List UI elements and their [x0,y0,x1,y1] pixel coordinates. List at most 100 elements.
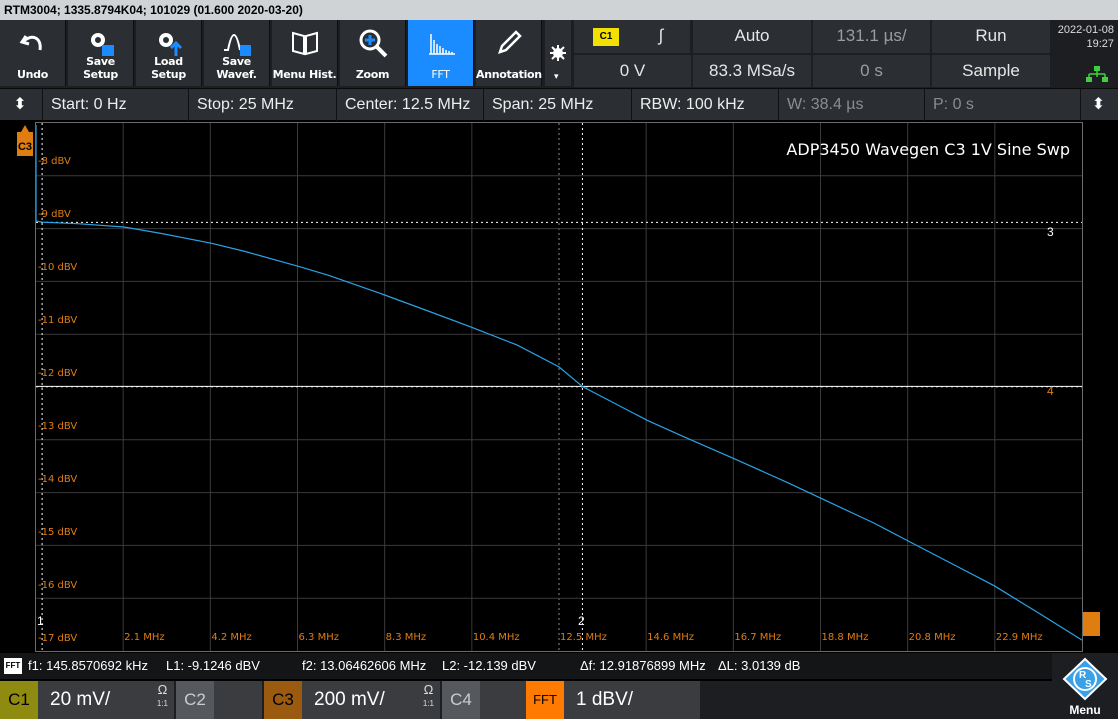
cursor-3-label[interactable]: 3 [1047,225,1054,239]
y-axis-label: -13 dBV [38,421,78,432]
pencil-icon [497,30,522,54]
sample-rate[interactable]: 83.3 MSa/s [693,55,811,87]
fft-end-marker[interactable] [1083,612,1100,636]
zoom-icon [359,29,387,58]
channel-c1-ratio: 1:1 [156,699,168,708]
y-axis-label: -17 dBV [38,633,78,644]
param-updown-left-icon[interactable]: ⬍ [2,89,38,121]
trigger-mode[interactable]: Auto [693,20,811,53]
channel-c2[interactable]: C2 [176,681,262,719]
cursor-4-label[interactable]: 4 [1047,384,1054,398]
x-axis-label: 20.8 MHz [908,632,956,643]
network-icon [1086,66,1108,82]
fft-stop[interactable]: Stop: 25 MHz [188,89,336,121]
fft-button[interactable]: FFT [408,20,474,86]
measure-delta-l: ΔL: 3.0139 dB [718,658,801,673]
load-setup-button[interactable]: Load Setup [136,20,202,86]
channel-c3-scale: 200 mV/ [314,689,385,710]
param-updown-right-icon[interactable]: ⬍ [1080,89,1116,121]
save-setup-icon [90,33,114,56]
measure-l1: L1: -9.1246 dBV [166,658,260,673]
fft-position[interactable]: P: 0 s [924,89,1076,121]
fft-start[interactable]: Start: 0 Hz [42,89,188,121]
channel-c1-tag: C1 [0,681,38,719]
channel-c3[interactable]: C3 200 mV/ Ω 1:1 [264,681,440,719]
menu-history-label: Menu Hist. [272,68,337,81]
chevron-down-icon: ▾ [554,71,559,81]
load-setup-icon [158,33,182,56]
channel-c4[interactable]: C4 [442,681,526,719]
fft-span[interactable]: Span: 25 MHz [483,89,631,121]
fft-center[interactable]: Center: 12.5 MHz [336,89,483,121]
x-axis-label: 2.1 MHz [124,632,165,643]
menu-label: Menu [1069,703,1101,717]
trigger-slope-icon[interactable]: ∫ [632,20,690,53]
x-axis-label: 14.6 MHz [647,632,694,643]
trigger-level[interactable]: 0 V [574,55,691,87]
measure-delta-f: Δf: 12.91876899 MHz [580,658,706,673]
fft-parameter-bar: ⬍ Start: 0 Hz Stop: 25 MHz Center: 12.5 … [0,88,1118,121]
waveform-display[interactable] [35,122,1083,652]
measure-f1: f1: 145.8570692 kHz [28,658,148,673]
channel-c3-ohm: Ω 1:1 [423,683,434,711]
channel-c1-scale: 20 mV/ [50,689,111,710]
fft-rbw[interactable]: RBW: 100 kHz [631,89,778,121]
x-axis-label: 12.5 MHz [560,632,607,643]
annotation-button[interactable]: Annotation [476,20,542,86]
zoom-label: Zoom [355,68,390,81]
save-waveform-label: Save Wavef. [216,55,257,81]
fft-badge: FFT [4,658,22,674]
x-axis-label: 18.8 MHz [821,632,869,643]
annotation-label: Annotation [476,68,542,81]
toolbar-settings-button[interactable]: ▾ [545,20,571,86]
fft-window[interactable]: W: 38.4 µs [778,89,924,121]
undo-label: Undo [17,68,48,81]
rohde-schwarz-logo-icon: R S [1062,657,1108,701]
x-axis-label: 22.9 MHz [995,632,1043,643]
fft-label: FFT [431,68,450,81]
undo-icon [19,35,42,51]
channel-offset-marker[interactable]: C3 [17,125,33,156]
y-axis-label: -16 dBV [38,580,78,591]
cursor-1-label[interactable]: 1 [37,614,44,628]
x-axis-label: 16.7 MHz [734,632,782,643]
channel-c1-ohm: Ω 1:1 [157,683,168,711]
y-axis-label: -15 dBV [38,527,78,538]
svg-text:S: S [1085,679,1092,690]
measure-f2: f2: 13.06462606 MHz [302,658,427,673]
annotation-text: ADP3450 Wavegen C3 1V Sine Swp [786,140,1070,159]
y-axis-label: -10 dBV [38,262,78,273]
fft-plot [36,123,1082,651]
x-axis-label: 10.4 MHz [472,632,520,643]
save-waveform-icon [223,34,251,56]
channel-fft[interactable]: FFT 1 dBV/ [526,681,700,719]
y-axis-label: -9 dBV [38,209,71,220]
channel-c4-tag: C4 [442,681,480,719]
measure-l2: L2: -12.139 dBV [442,658,536,673]
fft-trace [36,125,1082,641]
menu-history-button[interactable]: Menu Hist. [272,20,338,86]
save-setup-button[interactable]: Save Setup [68,20,134,86]
channel-c1[interactable]: C1 20 mV/ Ω 1:1 [0,681,174,719]
cursor-2-label[interactable]: 2 [578,614,585,628]
datetime: 2022-01-08 19:27 [1052,20,1118,88]
cursor-measurement-bar: FFT f1: 145.8570692 kHz L1: -9.1246 dBV … [0,653,1118,679]
run-state[interactable]: Run [932,20,1050,53]
undo-button[interactable]: Undo [0,20,66,86]
horizontal-position[interactable]: 0 s [813,55,930,87]
y-axis-label: -11 dBV [38,315,78,326]
time-scale[interactable]: 131.1 µs/ [813,20,930,53]
y-axis-label: -14 dBV [38,474,78,485]
book-icon [291,31,318,56]
fft-spectrum-icon [428,34,455,55]
zoom-button[interactable]: Zoom [340,20,406,86]
time-text: 19:27 [1086,38,1114,50]
y-axis-label: -12 dBV [38,368,78,379]
channel-c3-impedance: Ω [423,682,434,697]
acquisition-mode[interactable]: Sample [932,55,1050,87]
save-waveform-button[interactable]: Save Wavef. [204,20,270,86]
x-axis-label: 6.3 MHz [298,632,339,643]
title-bar: RTM3004; 1335.8794K04; 101029 (01.600 20… [0,0,1118,20]
menu-button[interactable]: R S Menu [1052,653,1118,719]
channel-fft-tag: FFT [526,681,564,719]
